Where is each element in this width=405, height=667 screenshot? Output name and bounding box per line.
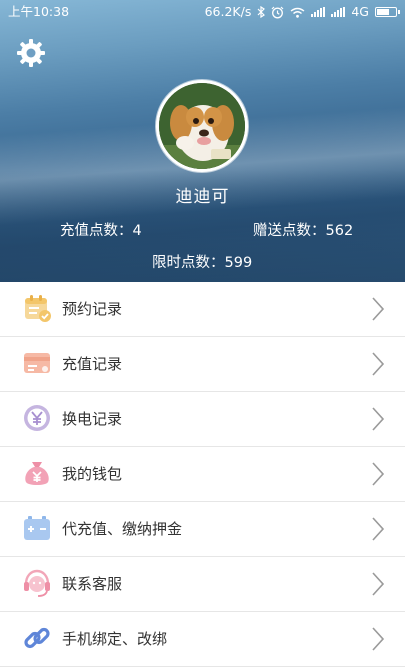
network-type: 4G	[351, 4, 369, 19]
calendar-check-icon	[25, 295, 51, 322]
limited-points: 限时点数：599	[152, 255, 253, 271]
menu-item-customer-service[interactable]: 联系客服	[0, 557, 405, 612]
network-speed: 66.2K/s	[204, 4, 252, 19]
signal-icon-2	[331, 7, 346, 17]
menu-item-label: 代充值、缴纳押金	[62, 520, 183, 538]
headset-icon	[24, 569, 50, 597]
username: 迪迪可	[175, 187, 230, 207]
card-icon	[24, 353, 50, 373]
wifi-icon	[290, 7, 305, 18]
menu-item-label: 换电记录	[62, 410, 123, 428]
bluetooth-icon	[257, 6, 266, 18]
avatar[interactable]	[156, 80, 248, 172]
status-icons: 66.2K/s 4G	[204, 0, 400, 24]
menu-item-label: 我的钱包	[62, 465, 123, 483]
chevron-right-icon	[372, 462, 385, 486]
alarm-icon	[271, 6, 284, 18]
money-bag-icon	[25, 462, 49, 485]
gift-points: 赠送点数：562	[253, 223, 354, 239]
menu-list: 预约记录 充值记录 换电记录 我的钱包 代充值、缴纳押金 联系客服 手机绑定、改…	[0, 282, 405, 667]
menu-item-reservations[interactable]: 预约记录	[0, 282, 405, 337]
gear-icon[interactable]	[16, 38, 46, 68]
chevron-right-icon	[372, 517, 385, 541]
chevron-right-icon	[372, 627, 385, 651]
chevron-right-icon	[372, 407, 385, 431]
battery-deposit-icon	[24, 516, 50, 540]
link-icon	[24, 627, 50, 649]
puppy-avatar	[159, 83, 245, 169]
menu-item-recharge-records[interactable]: 充值记录	[0, 337, 405, 392]
menu-item-swap-records[interactable]: 换电记录	[0, 392, 405, 447]
battery-icon	[375, 7, 400, 17]
recharge-points: 充值点数：4	[60, 223, 142, 239]
menu-item-wallet[interactable]: 我的钱包	[0, 447, 405, 502]
signal-icon	[311, 7, 326, 17]
chevron-right-icon	[372, 297, 385, 321]
menu-item-label: 手机绑定、改绑	[62, 630, 168, 648]
menu-item-label: 联系客服	[62, 575, 123, 593]
status-time: 上午10:38	[8, 4, 70, 19]
menu-item-phone-binding[interactable]: 手机绑定、改绑	[0, 612, 405, 667]
chevron-right-icon	[372, 352, 385, 376]
yen-coin-icon	[24, 405, 50, 431]
menu-item-label: 预约记录	[62, 300, 123, 318]
menu-item-label: 充值记录	[62, 355, 123, 373]
menu-item-deposit[interactable]: 代充值、缴纳押金	[0, 502, 405, 557]
status-bar: 上午10:38 66.2K/s 4G	[0, 0, 405, 24]
chevron-right-icon	[372, 572, 385, 596]
